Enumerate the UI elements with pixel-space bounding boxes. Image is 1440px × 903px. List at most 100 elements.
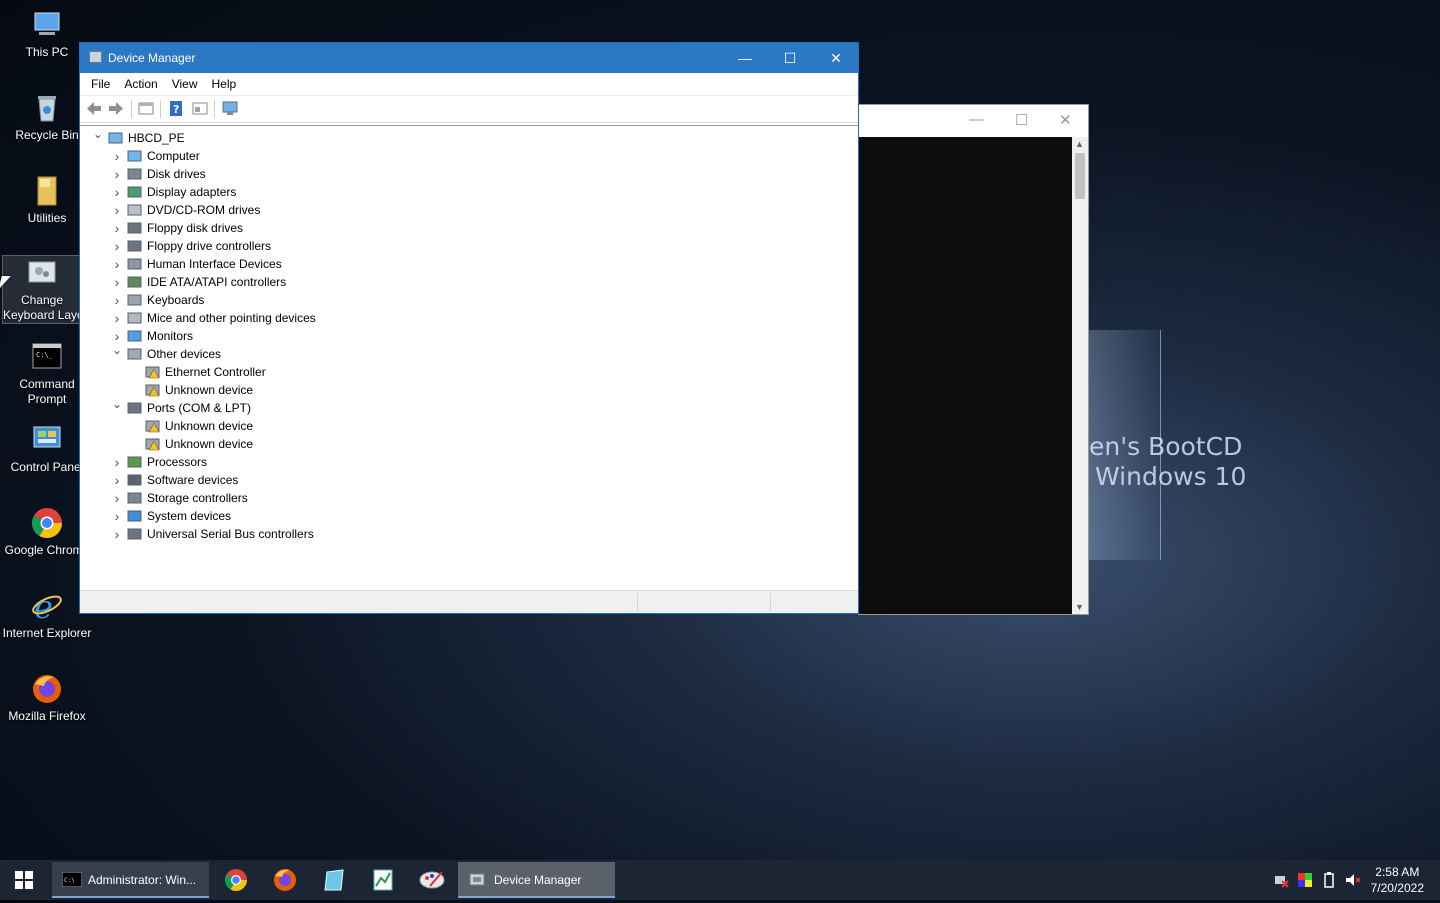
network-disconnected-icon[interactable]: [1273, 872, 1289, 888]
firefox-icon: [274, 869, 296, 891]
desktop-icon-mozilla-firefox[interactable]: Mozilla Firefox: [2, 672, 92, 724]
system-device-icon: [127, 509, 142, 523]
taskbar-pin-notepad[interactable]: [318, 860, 350, 900]
toolbar: ?: [80, 96, 858, 123]
chrome-icon: [30, 506, 64, 540]
wallpaper-text-line1: en's BootCD: [1089, 432, 1243, 461]
chevron-right-icon[interactable]: ›: [111, 309, 123, 327]
desktop-icon-change-keyboard-layout[interactable]: Change Keyboard Layo: [2, 255, 82, 324]
chevron-right-icon[interactable]: ›: [111, 183, 123, 201]
maximize-button[interactable]: ☐: [1015, 111, 1028, 129]
device-manager-icon: [468, 872, 488, 887]
port-icon: [127, 401, 142, 415]
chevron-down-icon[interactable]: ⌄: [92, 125, 104, 143]
chevron-right-icon[interactable]: ›: [111, 165, 123, 183]
menu-bar: File Action View Help: [80, 73, 858, 96]
taskbar-app-device-manager[interactable]: Device Manager: [458, 862, 615, 898]
chevron-right-icon[interactable]: ›: [111, 147, 123, 165]
device-manager-titlebar[interactable]: Device Manager — ☐ ✕: [80, 43, 858, 73]
display-adapter-icon: [127, 185, 142, 199]
display-color-icon[interactable]: [1297, 872, 1313, 888]
command-prompt-titlebar[interactable]: — ☐ ✕: [859, 105, 1088, 135]
help-icon[interactable]: ?: [168, 101, 184, 116]
chevron-right-icon[interactable]: ›: [111, 489, 123, 507]
scroll-up-icon[interactable]: ▲: [1075, 139, 1084, 149]
chrome-icon: [225, 869, 247, 891]
clock-date: 7/20/2022: [1370, 881, 1424, 895]
command-prompt-icon: C:\_: [30, 340, 64, 374]
taskbar-app-label: Administrator: Win...: [88, 873, 197, 887]
tree-node-label: Other devices: [147, 347, 222, 361]
menu-action[interactable]: Action: [117, 73, 164, 95]
taskbar-app-label: Device Manager: [494, 873, 582, 887]
chevron-down-icon[interactable]: ⌄: [111, 341, 123, 359]
floppy-disk-icon: [127, 221, 142, 235]
view-icon[interactable]: [192, 101, 208, 116]
monitor-icon: [127, 329, 142, 343]
chevron-right-icon[interactable]: ›: [111, 255, 123, 273]
tree-node-label: IDE ATA/ATAPI controllers: [147, 275, 287, 289]
scan-hardware-icon[interactable]: [222, 101, 238, 116]
clock[interactable]: 2:58 AM 7/20/2022: [1371, 864, 1424, 896]
tree-node-label: Human Interface Devices: [147, 257, 282, 271]
scrollbar-thumb[interactable]: [1075, 153, 1085, 199]
vertical-scrollbar[interactable]: ▲ ▼: [1072, 137, 1088, 614]
tree-node-label: Universal Serial Bus controllers: [147, 527, 314, 541]
chevron-down-icon[interactable]: ⌄: [111, 395, 123, 413]
desktop-icon-label-line1: Change: [20, 293, 64, 307]
unknown-device-icon: [145, 437, 160, 451]
taskbar: C:\ Administrator: Win... Device Manager…: [0, 860, 1440, 900]
minimize-button[interactable]: —: [722, 43, 768, 73]
chevron-right-icon[interactable]: ›: [111, 507, 123, 525]
menu-file[interactable]: File: [84, 73, 117, 95]
tree-node-label: Processors: [147, 455, 208, 469]
close-button[interactable]: ✕: [813, 43, 859, 73]
forward-arrow-icon[interactable]: [108, 101, 124, 116]
menu-view[interactable]: View: [165, 73, 205, 95]
tree-node-label: Unknown device: [165, 437, 254, 451]
device-tree[interactable]: ⌄ HBCD_PE › Computer › Disk drives › Display ad…: [80, 125, 858, 588]
scroll-down-icon[interactable]: ▼: [1075, 602, 1084, 612]
chevron-right-icon[interactable]: ›: [111, 237, 123, 255]
unknown-device-icon: [145, 365, 160, 379]
chevron-right-icon[interactable]: ›: [111, 273, 123, 291]
console-area[interactable]: [859, 137, 1072, 614]
tree-node-label: Ports (COM & LPT): [147, 401, 252, 415]
status-bar: [80, 590, 858, 613]
command-prompt-window[interactable]: — ☐ ✕ ▲ ▼: [858, 104, 1089, 615]
tree-node-label: Monitors: [147, 329, 194, 343]
device-manager-window[interactable]: Device Manager — ☐ ✕ File Action View He…: [79, 42, 859, 614]
taskbar-pin-firefox[interactable]: [269, 860, 301, 900]
usb-device-icon[interactable]: [1321, 872, 1337, 888]
speaker-muted-icon[interactable]: [1345, 872, 1361, 888]
taskbar-pin-paint-tool[interactable]: [416, 860, 448, 900]
chevron-right-icon[interactable]: ›: [111, 219, 123, 237]
taskbar-pin-chrome[interactable]: [220, 860, 252, 900]
taskbar-app-command-prompt[interactable]: C:\ Administrator: Win...: [52, 862, 209, 898]
windows-logo-icon: [15, 871, 33, 889]
tree-node-label: Disk drives: [147, 167, 206, 181]
chevron-right-icon[interactable]: ›: [111, 201, 123, 219]
chevron-right-icon[interactable]: ›: [111, 471, 123, 489]
floppy-controller-icon: [127, 239, 142, 253]
back-arrow-icon[interactable]: [86, 101, 102, 116]
menu-help[interactable]: Help: [205, 73, 244, 95]
processor-icon: [127, 455, 142, 469]
spreadsheet-icon: [373, 869, 393, 891]
clock-time: 2:58 AM: [1375, 865, 1420, 879]
software-device-icon: [127, 473, 142, 487]
minimize-button[interactable]: —: [969, 111, 984, 128]
maximize-button[interactable]: ☐: [767, 43, 813, 73]
tree-node-label: Display adapters: [147, 185, 237, 199]
svg-text:C:\_: C:\_: [36, 351, 54, 359]
command-prompt-icon: C:\: [61, 871, 83, 888]
chevron-right-icon[interactable]: ›: [111, 525, 123, 543]
chevron-right-icon[interactable]: ›: [111, 453, 123, 471]
close-button[interactable]: ✕: [1059, 111, 1072, 129]
properties-icon[interactable]: [138, 101, 154, 116]
taskbar-pin-sheet-tool[interactable]: [367, 860, 399, 900]
chevron-right-icon[interactable]: ›: [111, 291, 123, 309]
start-button[interactable]: [4, 860, 44, 900]
computer-icon: [108, 131, 123, 145]
device-manager-icon: [89, 51, 102, 63]
